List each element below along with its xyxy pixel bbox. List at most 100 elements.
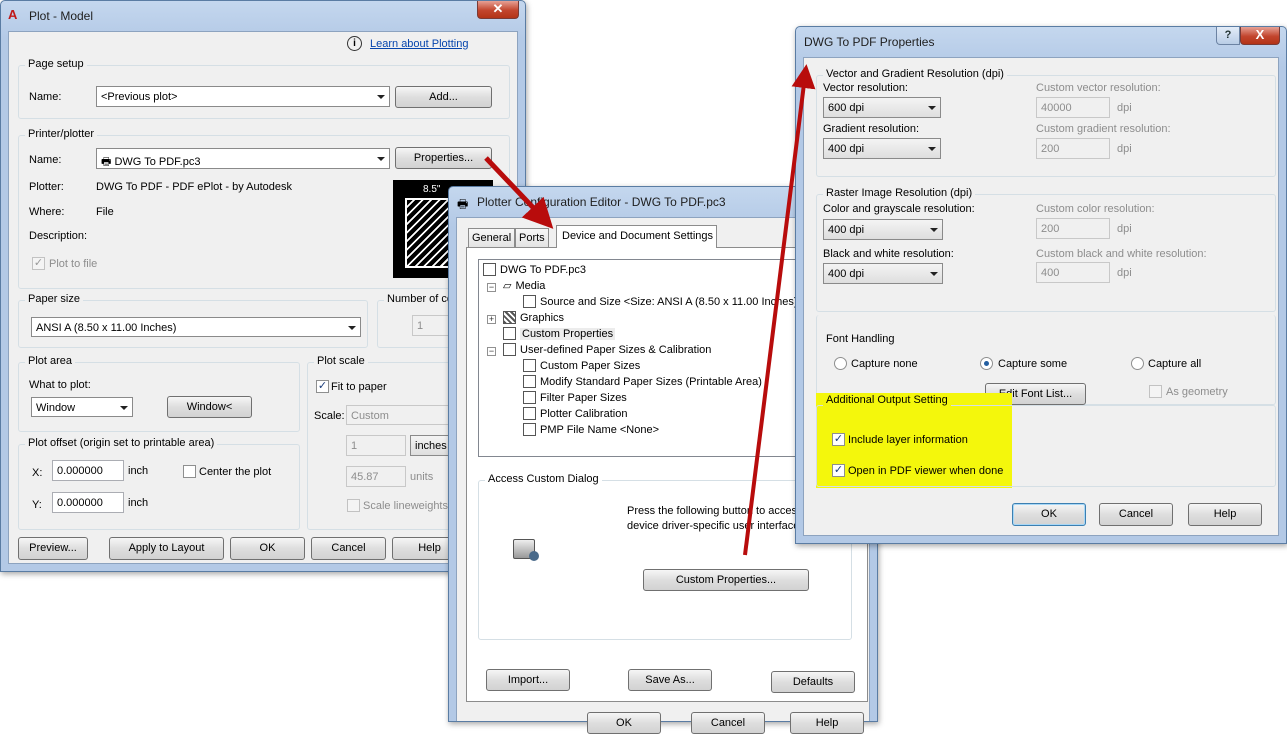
settings-tree[interactable]: DWG To PDF.pc3 − ⏥ Media Source and Size … — [478, 259, 796, 457]
description-label: Description: — [29, 230, 88, 242]
open-pdf-viewer-checkbox[interactable]: ✓ — [832, 464, 845, 477]
vector-gradient-label: Vector and Gradient Resolution (dpi) — [823, 68, 1007, 80]
paper-size-icon — [523, 359, 536, 372]
editor-help-button[interactable]: Help — [790, 712, 864, 734]
custom-gradient-unit: dpi — [1117, 143, 1132, 155]
plot-area-label: Plot area — [25, 355, 76, 367]
include-layer-label: Include layer information — [848, 434, 968, 446]
chevron-down-icon — [120, 406, 128, 410]
scale-lineweights-checkbox[interactable] — [347, 499, 360, 512]
as-geometry-checkbox[interactable] — [1149, 385, 1162, 398]
tree-item-modify-standard[interactable]: Modify Standard Paper Sizes (Printable A… — [523, 375, 762, 388]
tree-item-root[interactable]: DWG To PDF.pc3 — [483, 263, 586, 276]
plot-offset-group: Plot offset (origin set to printable are… — [18, 437, 300, 530]
scale-value-2[interactable]: 45.87 — [346, 466, 406, 487]
tree-item-custom-properties[interactable]: Custom Properties — [503, 327, 616, 340]
as-geometry-label: As geometry — [1166, 386, 1228, 398]
printer-name-select[interactable]: 🖶 DWG To PDF.pc3 — [96, 148, 390, 169]
tab-general[interactable]: General — [468, 228, 516, 247]
gradient-resolution-select[interactable]: 400 dpi — [823, 138, 941, 159]
tree-expand-graphics[interactable]: + — [487, 315, 496, 324]
plot-to-file-checkbox[interactable]: ✓ — [32, 257, 45, 270]
color-resolution-label: Color and grayscale resolution: — [823, 203, 975, 215]
editor-cancel-button[interactable]: Cancel — [691, 712, 765, 734]
preview-button[interactable]: Preview... — [18, 537, 88, 560]
plot-cancel-button[interactable]: Cancel — [311, 537, 386, 560]
access-custom-dialog-label: Access Custom Dialog — [485, 473, 602, 485]
tree-item-user-defined[interactable]: User-defined Paper Sizes & Calibration — [503, 343, 711, 356]
scale-value-1[interactable]: 1 — [346, 435, 406, 456]
printer-icon: 🖶 — [101, 156, 115, 168]
color-resolution-select[interactable]: 400 dpi — [823, 219, 943, 240]
tree-item-filter-paper[interactable]: Filter Paper Sizes — [523, 391, 627, 404]
apply-to-layout-button[interactable]: Apply to Layout — [109, 537, 224, 560]
custom-bw-label: Custom black and white resolution: — [1036, 248, 1207, 260]
tree-item-pmp[interactable]: PMP File Name <None> — [523, 423, 659, 436]
fit-to-paper-label: Fit to paper — [331, 381, 387, 393]
custom-vector-unit: dpi — [1117, 102, 1132, 114]
tree-item-calibration[interactable]: Plotter Calibration — [523, 407, 627, 420]
paper-size-label: Paper size — [25, 293, 83, 305]
pdf-help-button[interactable]: Help — [1188, 503, 1262, 526]
additional-output-group: Additional Output Setting ✓ Include laye… — [816, 394, 1276, 487]
custom-gradient-input[interactable]: 200 — [1036, 138, 1110, 159]
tree-item-source-size[interactable]: Source and Size <Size: ANSI A (8.50 x 11… — [523, 295, 795, 308]
pdf-title-bar[interactable]: DWG To PDF Properties ? X — [796, 27, 1286, 57]
page-setup-name-select[interactable]: <Previous plot> — [96, 86, 390, 107]
tree-item-media[interactable]: ⏥ Media — [503, 279, 545, 292]
capture-all-radio[interactable] — [1131, 357, 1144, 370]
tab-ports[interactable]: Ports — [515, 228, 549, 247]
plot-close-button[interactable]: ✕ — [477, 1, 519, 19]
editor-ok-button[interactable]: OK — [587, 712, 661, 734]
vector-resolution-select[interactable]: 600 dpi — [823, 97, 941, 118]
fit-to-paper-checkbox[interactable]: ✓ — [316, 380, 329, 393]
x-offset-input[interactable]: 0.000000 — [52, 460, 124, 481]
capture-some-label: Capture some — [998, 358, 1068, 370]
custom-color-input[interactable]: 200 — [1036, 218, 1110, 239]
tree-expand-media[interactable]: − — [487, 283, 496, 292]
additional-output-label: Additional Output Setting — [823, 394, 951, 406]
capture-none-label: Capture none — [851, 358, 918, 370]
plot-title-bar[interactable]: A Plot - Model ✕ — [1, 1, 525, 31]
save-as-button[interactable]: Save As... — [628, 669, 712, 691]
tab-device-document-settings[interactable]: Device and Document Settings — [556, 225, 717, 248]
dwg-to-pdf-properties-dialog: DWG To PDF Properties ? X Vector and Gra… — [795, 26, 1287, 544]
paper-size-select[interactable]: ANSI A (8.50 x 11.00 Inches) — [31, 317, 361, 337]
add-button[interactable]: Add... — [395, 86, 492, 108]
what-to-plot-label: What to plot: — [29, 379, 91, 391]
capture-all-label: Capture all — [1148, 358, 1202, 370]
center-plot-checkbox[interactable] — [183, 465, 196, 478]
capture-none-radio[interactable] — [834, 357, 847, 370]
tree-expand-user-defined[interactable]: − — [487, 347, 496, 356]
what-to-plot-select[interactable]: Window — [31, 397, 133, 417]
learn-about-plotting-link[interactable]: Learn about Plotting — [370, 38, 468, 50]
paper-icon — [523, 295, 536, 308]
custom-bw-input[interactable]: 400 — [1036, 262, 1110, 283]
vector-resolution-label: Vector resolution: — [823, 82, 908, 94]
page-setup-group: Page setup Name: <Previous plot> Add... — [18, 58, 510, 119]
font-handling-label: Font Handling — [823, 333, 898, 345]
custom-properties-button[interactable]: Custom Properties... — [643, 569, 809, 591]
custom-vector-input[interactable]: 40000 — [1036, 97, 1110, 118]
pdf-close-button[interactable]: X — [1240, 27, 1280, 45]
capture-some-radio[interactable] — [980, 357, 993, 370]
plot-ok-button[interactable]: OK — [230, 537, 305, 560]
plot-title: Plot - Model — [29, 9, 94, 23]
bw-resolution-select[interactable]: 400 dpi — [823, 263, 943, 284]
tree-item-custom-paper-sizes[interactable]: Custom Paper Sizes — [523, 359, 640, 372]
y-offset-input[interactable]: 0.000000 — [52, 492, 124, 513]
pdf-cancel-button[interactable]: Cancel — [1099, 503, 1173, 526]
printer-icon: 🖶 — [457, 197, 469, 211]
number-of-copies-label: Number of co — [384, 293, 457, 305]
window-button[interactable]: Window< — [167, 396, 252, 418]
defaults-button[interactable]: Defaults — [771, 671, 855, 693]
help-question-button[interactable]: ? — [1216, 27, 1240, 45]
include-layer-checkbox[interactable]: ✓ — [832, 433, 845, 446]
tree-item-graphics[interactable]: Graphics — [503, 311, 564, 324]
pdf-ok-button[interactable]: OK — [1012, 503, 1086, 526]
import-button[interactable]: Import... — [486, 669, 570, 691]
plotter-label: Plotter: — [29, 181, 64, 193]
properties-button[interactable]: Properties... — [395, 147, 492, 169]
plot-scale-label: Plot scale — [314, 355, 368, 367]
y-label: Y: — [32, 499, 42, 511]
